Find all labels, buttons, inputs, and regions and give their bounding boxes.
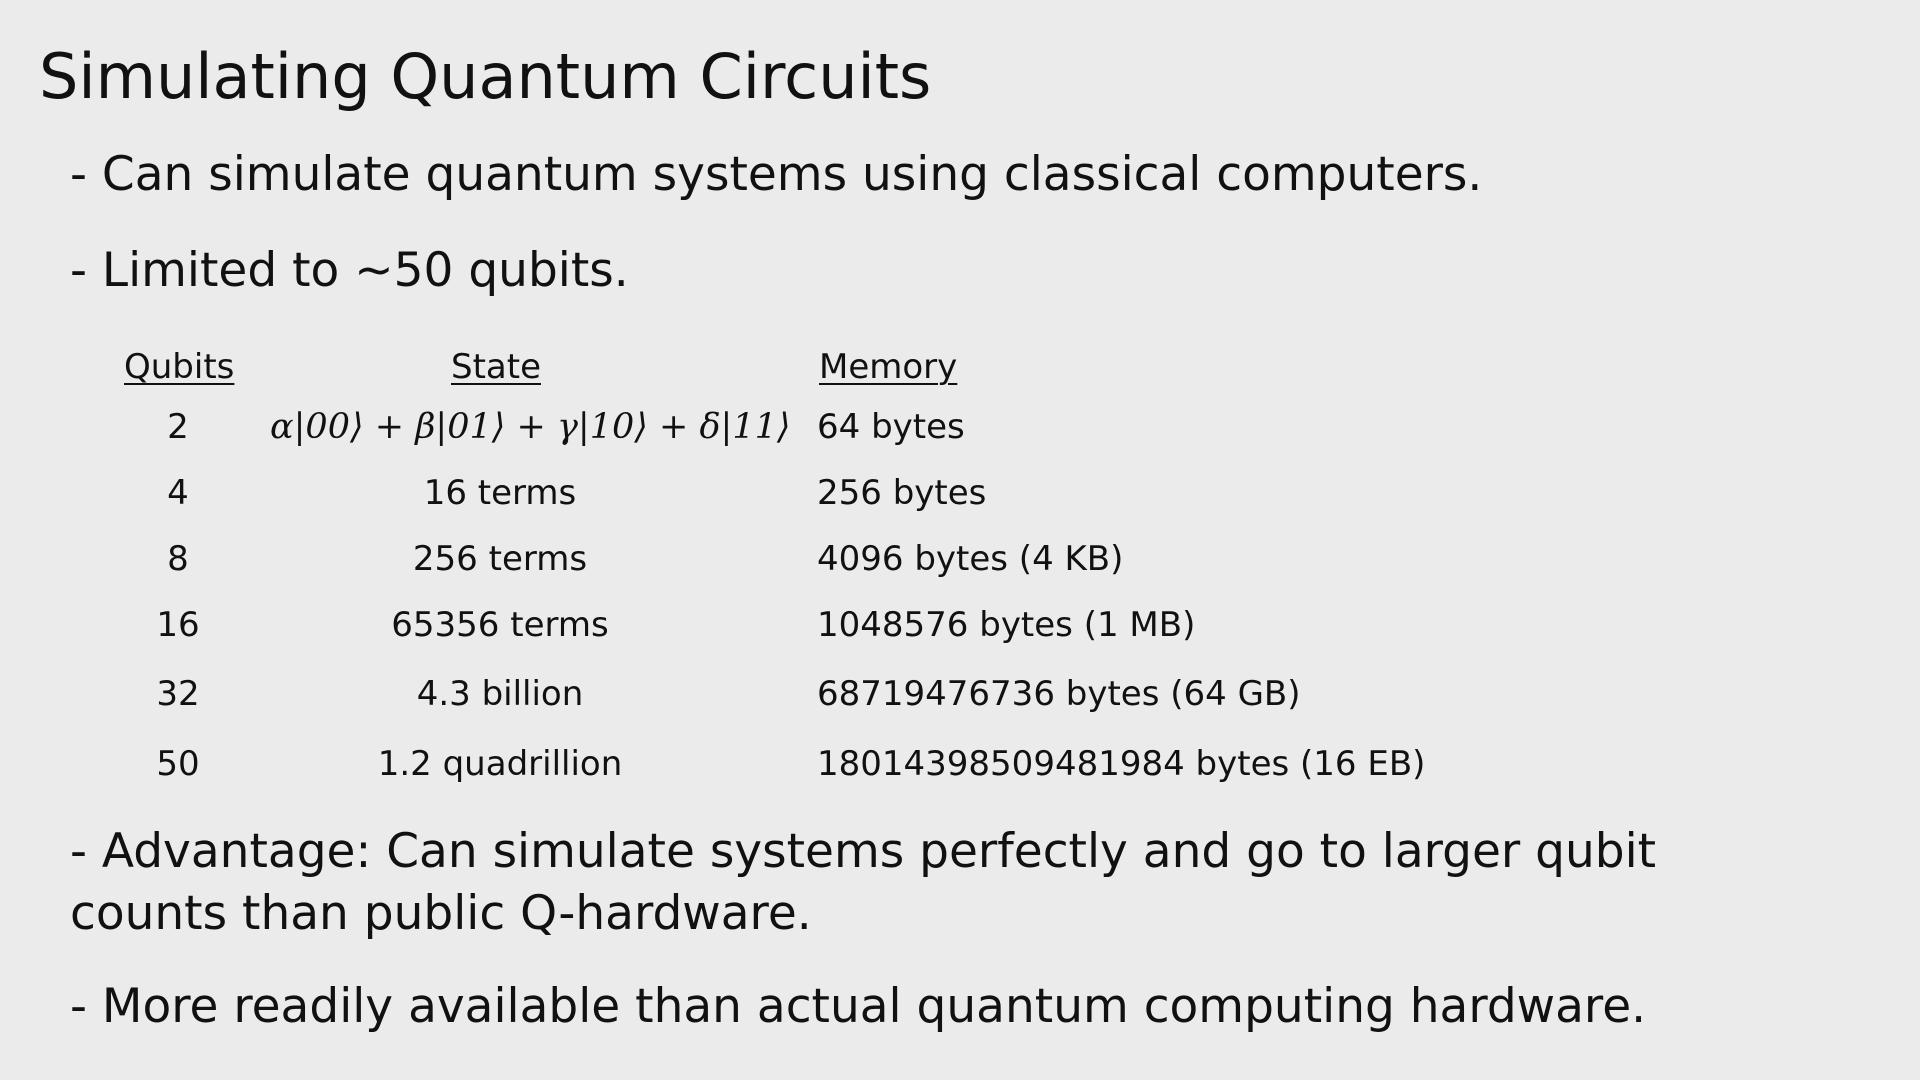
state-cell: 1.2 quadrillion — [377, 744, 623, 784]
bullet-advantage: - Advantage: Can simulate systems perfec… — [70, 821, 1656, 945]
table-row: 50 1.2 quadrillion 18014398509481984 byt… — [0, 737, 1920, 791]
qubits-cell: 50 — [156, 744, 200, 784]
header-qubits: Qubits — [124, 347, 235, 387]
memory-cell: 64 bytes — [817, 407, 965, 447]
bullet-classical-simulation: - Can simulate quantum systems using cla… — [70, 147, 1483, 202]
qubits-cell: 4 — [167, 473, 189, 513]
table-row: 2 α|00⟩ + β|01⟩ + γ|10⟩ + δ|11⟩ 64 bytes — [0, 400, 1920, 454]
memory-cell: 68719476736 bytes (64 GB) — [817, 674, 1301, 714]
bullet-availability: - More readily available than actual qua… — [70, 979, 1647, 1034]
memory-cell: 1048576 bytes (1 MB) — [817, 605, 1196, 645]
state-cell: 256 terms — [412, 539, 588, 579]
state-cell: 65356 terms — [391, 605, 609, 645]
memory-cell: 4096 bytes (4 KB) — [817, 539, 1124, 579]
qubits-cell: 16 — [156, 605, 200, 645]
header-state: State — [451, 347, 541, 387]
memory-cell: 256 bytes — [817, 473, 987, 513]
table-row: 8 256 terms 4096 bytes (4 KB) — [0, 532, 1920, 586]
header-memory: Memory — [819, 347, 958, 387]
bullet-qubit-limit: - Limited to ~50 qubits. — [70, 243, 629, 298]
state-formula-cell: α|00⟩ + β|01⟩ + γ|10⟩ + δ|11⟩ — [270, 407, 791, 447]
table-row: 16 65356 terms 1048576 bytes (1 MB) — [0, 598, 1920, 652]
slide: Simulating Quantum Circuits - Can simula… — [0, 0, 1920, 1080]
memory-table: Qubits State Memory 2 α|00⟩ + β|01⟩ + γ|… — [0, 340, 1920, 800]
qubits-cell: 2 — [167, 407, 189, 447]
qubits-cell: 8 — [167, 539, 189, 579]
table-row: 4 16 terms 256 bytes — [0, 466, 1920, 520]
memory-cell: 18014398509481984 bytes (16 EB) — [817, 744, 1426, 784]
qubits-cell: 32 — [156, 674, 200, 714]
bullet-advantage-text: - Advantage: Can simulate systems perfec… — [70, 824, 1657, 941]
slide-title: Simulating Quantum Circuits — [39, 40, 932, 113]
state-cell: 4.3 billion — [416, 674, 584, 714]
state-cell: 16 terms — [423, 473, 577, 513]
table-row: 32 4.3 billion 68719476736 bytes (64 GB) — [0, 667, 1920, 721]
